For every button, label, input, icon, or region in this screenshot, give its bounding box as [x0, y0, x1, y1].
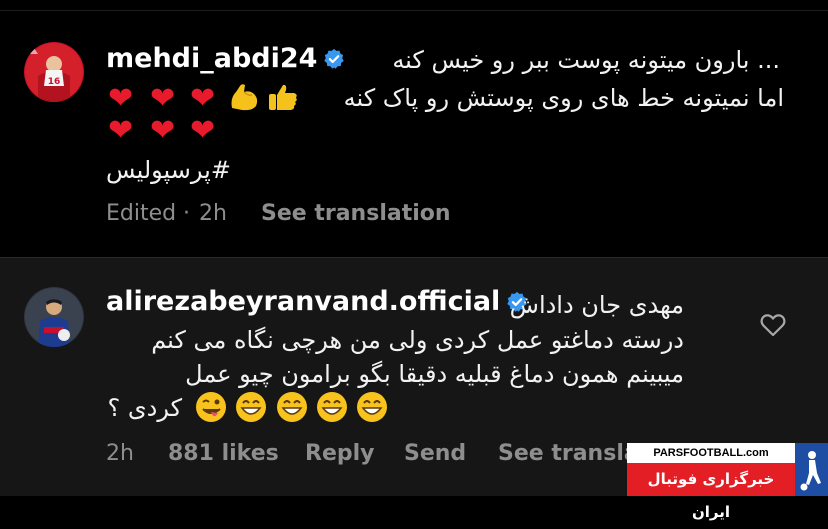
flexed-biceps-icon [228, 80, 262, 122]
see-translation-link[interactable]: See translation [261, 201, 451, 226]
likes-count[interactable]: 881 likes [168, 441, 279, 466]
red-heart-icon: ❤ [108, 81, 134, 116]
grinning-face-icon [315, 390, 349, 432]
avatar[interactable]: 16 [24, 42, 84, 102]
see-translation-label[interactable]: See transla [498, 441, 639, 466]
verified-badge-icon [324, 48, 345, 69]
grinning-face-icon [275, 390, 309, 432]
red-heart-icon: ❤ [190, 113, 216, 148]
reply-line-2: درسته دماغتو عمل کردی ولی من هرچی نگاه م… [151, 326, 684, 354]
hashtag-link[interactable]: #پرسپولیس [106, 156, 234, 184]
separator-dot: · [183, 201, 190, 226]
avatar[interactable] [24, 287, 84, 347]
likes-label[interactable]: 881 likes [168, 441, 279, 466]
watermark-tagline: خبرگزاری فوتبال ایران [627, 463, 795, 521]
reply-line-1: مهدی جان داداش [509, 291, 684, 319]
username-text[interactable]: mehdi_abdi24 [106, 43, 317, 74]
red-heart-icon: ❤ [190, 81, 216, 116]
reply-button-label[interactable]: Reply [305, 441, 375, 466]
divider [0, 10, 828, 11]
post-time: 2h [199, 201, 227, 226]
see-translation-link[interactable]: See transla [498, 441, 639, 466]
watermark: PARSFOOTBALL.com خبرگزاری فوتبال ایران [627, 443, 828, 521]
reply-time: 2h [106, 441, 134, 466]
thumbs-up-icon [266, 80, 300, 122]
red-heart-icon: ❤ [108, 113, 134, 148]
post-comment: 16 mehdi_abdi24 ... بارون میتونه پوست بب… [0, 0, 828, 255]
comment-line-1: ... بارون میتونه پوست ببر رو خیس کنه [392, 46, 780, 74]
username-text[interactable]: alirezabeyranvand.official [106, 286, 500, 317]
send-button[interactable]: Send [404, 441, 466, 466]
red-heart-icon: ❤ [150, 81, 176, 116]
reply-line-4: کردی ؟ [107, 394, 182, 422]
winking-tongue-face-icon [194, 390, 228, 432]
reply-button[interactable]: Reply [305, 441, 375, 466]
grinning-face-icon [234, 390, 268, 432]
send-button-label[interactable]: Send [404, 441, 466, 466]
divider [0, 257, 828, 258]
post-username[interactable]: mehdi_abdi24 [106, 43, 345, 74]
watermark-site: PARSFOOTBALL.com [627, 443, 795, 463]
heart-outline-icon[interactable] [760, 313, 786, 337]
red-heart-icon: ❤ [150, 113, 176, 148]
see-translation-label[interactable]: See translation [261, 201, 451, 226]
reply-line-3: میبینم همون دماغ قبلیه دقیقا بگو برامون … [185, 360, 684, 388]
comment-line-2: اما نمیتونه خط های روی پوستش رو پاک کنه [343, 84, 784, 112]
player-logo-icon [795, 443, 828, 496]
edited-label: Edited [106, 201, 177, 226]
jersey-number: 16 [48, 77, 61, 87]
reply-username[interactable]: alirezabeyranvand.official [106, 286, 528, 317]
grinning-face-icon [355, 390, 389, 432]
